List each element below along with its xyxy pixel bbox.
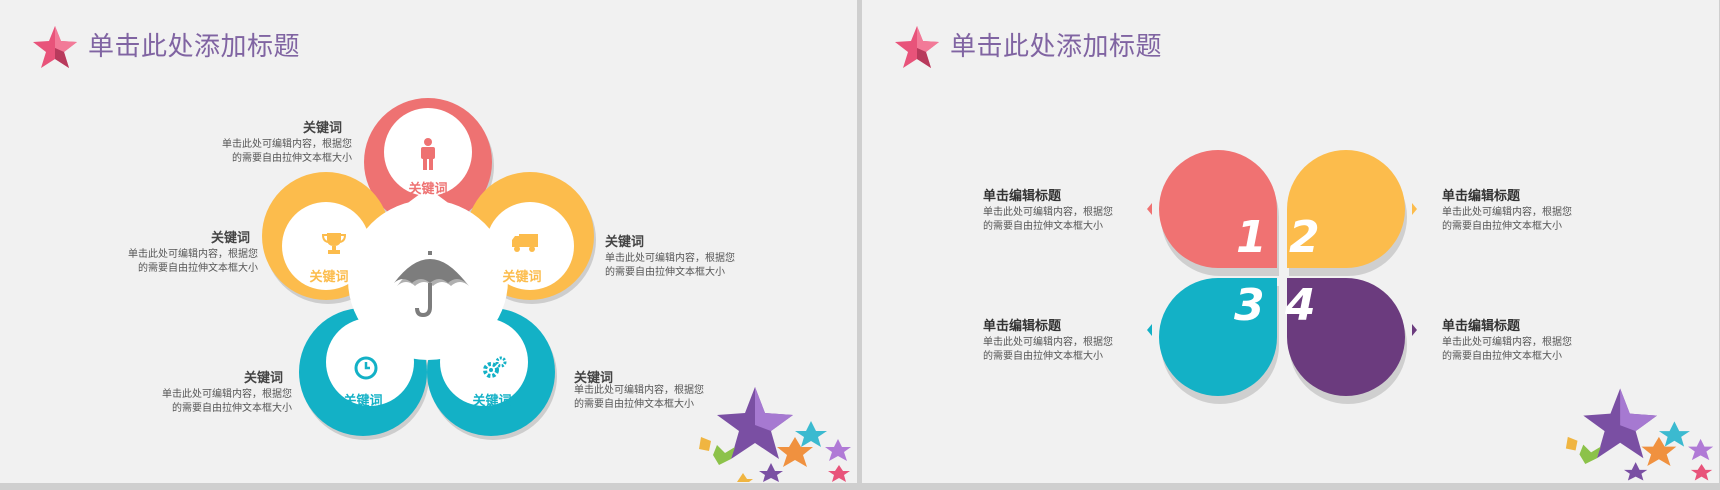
petal-label-right: 关键词	[502, 270, 542, 285]
leaf-number-1: 1	[1236, 212, 1267, 263]
slide-left: 单击此处添加标题 关键词 关键词 关键词 关键词 关键词 关键词 单击此处可编辑…	[0, 0, 857, 483]
callout-keyword[interactable]: 关键词	[250, 117, 342, 136]
umbrella-icon	[394, 251, 469, 318]
leaf-number-4: 4	[1285, 280, 1316, 331]
petal-label-bottom-left: 关键词	[343, 394, 383, 409]
callout-text[interactable]: 单击此处可编辑内容，根据您 的需要自由拉伸文本框大小	[605, 252, 787, 280]
callout-text[interactable]: 单击此处可编辑内容，根据您 的需要自由拉伸文本框大小	[1442, 336, 1624, 364]
clock-icon	[354, 356, 378, 380]
callout-text[interactable]: 单击此处可编辑内容，根据您 的需要自由拉伸文本框大小	[1442, 206, 1624, 234]
leaf-number-3: 3	[1234, 280, 1265, 331]
callout-heading[interactable]: 单击编辑标题	[983, 315, 1061, 334]
slide-right: 单击此处添加标题 1 2 3 4 单击编辑标题 单击此处可编辑内容，根据您 的需要…	[862, 0, 1719, 483]
callout-text[interactable]: 单击此处可编辑内容，根据您 的需要自由拉伸文本框大小	[983, 206, 1165, 234]
callout-text[interactable]: 单击此处可编辑内容，根据您 的需要自由拉伸文本框大小	[170, 138, 352, 166]
petal-label-top: 关键词	[408, 182, 448, 197]
callout-heading[interactable]: 单击编辑标题	[983, 185, 1061, 204]
petal-label-bottom-right: 关键词	[472, 394, 512, 409]
callout-heading[interactable]: 单击编辑标题	[1442, 185, 1520, 204]
person-icon	[421, 138, 435, 170]
callout-text[interactable]: 单击此处可编辑内容，根据您 的需要自由拉伸文本框大小	[983, 336, 1165, 364]
star-cluster-icon	[1565, 388, 1714, 481]
gears-icon	[483, 356, 507, 378]
callout-text[interactable]: 单击此处可编辑内容，根据您 的需要自由拉伸文本框大小	[76, 248, 258, 276]
callout-keyword[interactable]: 关键词	[193, 367, 283, 386]
petal-label-left: 关键词	[309, 270, 349, 285]
callout-keyword[interactable]: 关键词	[605, 231, 695, 250]
star-cluster-icon	[699, 387, 851, 482]
callout-keyword[interactable]: 关键词	[160, 227, 250, 246]
leaf-number-2: 2	[1289, 212, 1320, 263]
truck-icon	[512, 234, 538, 252]
trophy-icon	[321, 233, 347, 254]
callout-text[interactable]: 单击此处可编辑内容，根据您 的需要自由拉伸文本框大小	[110, 388, 292, 416]
callout-heading[interactable]: 单击编辑标题	[1442, 315, 1520, 334]
